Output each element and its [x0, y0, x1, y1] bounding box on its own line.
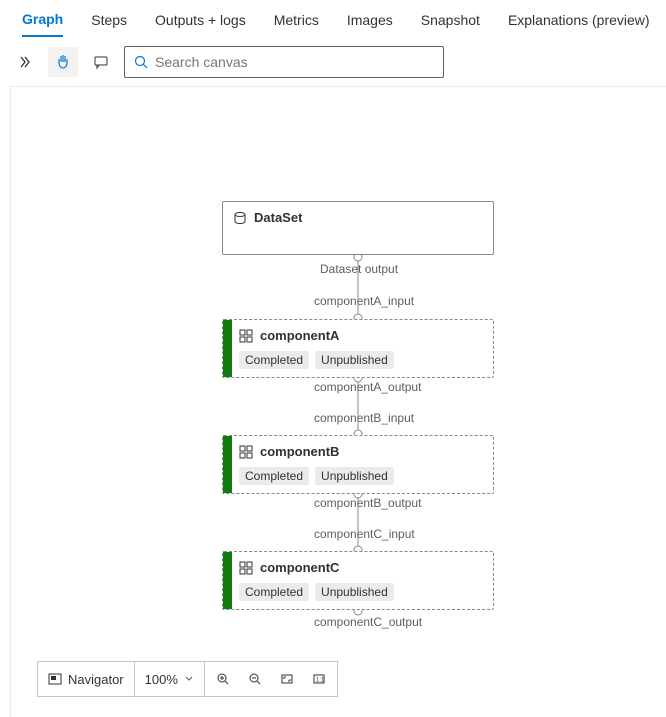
- edge-label: componentB_output: [314, 496, 421, 510]
- publish-badge: Unpublished: [315, 467, 394, 485]
- search-canvas[interactable]: [124, 46, 444, 78]
- publish-badge: Unpublished: [315, 583, 394, 601]
- node-title: componentB: [260, 444, 339, 459]
- chevron-down-icon: [184, 674, 194, 684]
- navigator-icon: [48, 672, 62, 686]
- component-icon: [239, 445, 253, 459]
- status-badge: Completed: [239, 351, 309, 369]
- tab-explanations[interactable]: Explanations (preview): [508, 12, 650, 36]
- navigator-label: Navigator: [68, 672, 124, 687]
- status-badge: Completed: [239, 467, 309, 485]
- zoom-value: 100%: [145, 672, 178, 687]
- status-badge: Completed: [239, 583, 309, 601]
- zoom-level[interactable]: 100%: [135, 662, 205, 696]
- status-stripe: [223, 552, 232, 609]
- node-title: componentA: [260, 328, 339, 343]
- zoom-in-button[interactable]: [209, 665, 237, 693]
- tab-images[interactable]: Images: [347, 12, 393, 36]
- tab-graph[interactable]: Graph: [22, 11, 63, 37]
- actual-size-button[interactable]: 1:1: [305, 665, 333, 693]
- edge-label: componentA_input: [314, 294, 414, 308]
- navigator-bar: Navigator 100% 1:1: [37, 661, 338, 697]
- tab-outputs[interactable]: Outputs + logs: [155, 12, 246, 36]
- node-component-b[interactable]: componentB Completed Unpublished: [222, 435, 494, 494]
- status-stripe: [223, 320, 232, 377]
- pipeline-canvas[interactable]: DataSet Dataset output componentA_input …: [10, 86, 666, 717]
- tab-snapshot[interactable]: Snapshot: [421, 12, 480, 36]
- component-icon: [239, 561, 253, 575]
- comment-icon[interactable]: [86, 47, 116, 77]
- dataset-icon: [233, 211, 247, 225]
- search-input[interactable]: [155, 54, 435, 70]
- pan-icon[interactable]: [48, 47, 78, 77]
- zoom-out-button[interactable]: [241, 665, 269, 693]
- edge-label: componentC_input: [314, 527, 415, 541]
- node-component-a[interactable]: componentA Completed Unpublished: [222, 319, 494, 378]
- expand-icon[interactable]: [10, 47, 40, 77]
- tabs-bar: Graph Steps Outputs + logs Metrics Image…: [0, 0, 666, 38]
- fit-screen-button[interactable]: [273, 665, 301, 693]
- status-stripe: [223, 436, 232, 493]
- toolbar: [0, 38, 666, 86]
- tab-steps[interactable]: Steps: [91, 12, 127, 36]
- edge-label: Dataset output: [320, 262, 398, 276]
- node-dataset[interactable]: DataSet: [222, 201, 494, 255]
- publish-badge: Unpublished: [315, 351, 394, 369]
- search-icon: [133, 54, 149, 70]
- node-title: componentC: [260, 560, 339, 575]
- node-component-c[interactable]: componentC Completed Unpublished: [222, 551, 494, 610]
- svg-text:1:1: 1:1: [316, 678, 325, 684]
- edge-label: componentB_input: [314, 411, 414, 425]
- component-icon: [239, 329, 253, 343]
- edge-label: componentA_output: [314, 380, 421, 394]
- navigator-toggle[interactable]: Navigator: [38, 662, 135, 696]
- edge-label: componentC_output: [314, 615, 422, 629]
- node-title: DataSet: [254, 210, 302, 225]
- tab-metrics[interactable]: Metrics: [274, 12, 319, 36]
